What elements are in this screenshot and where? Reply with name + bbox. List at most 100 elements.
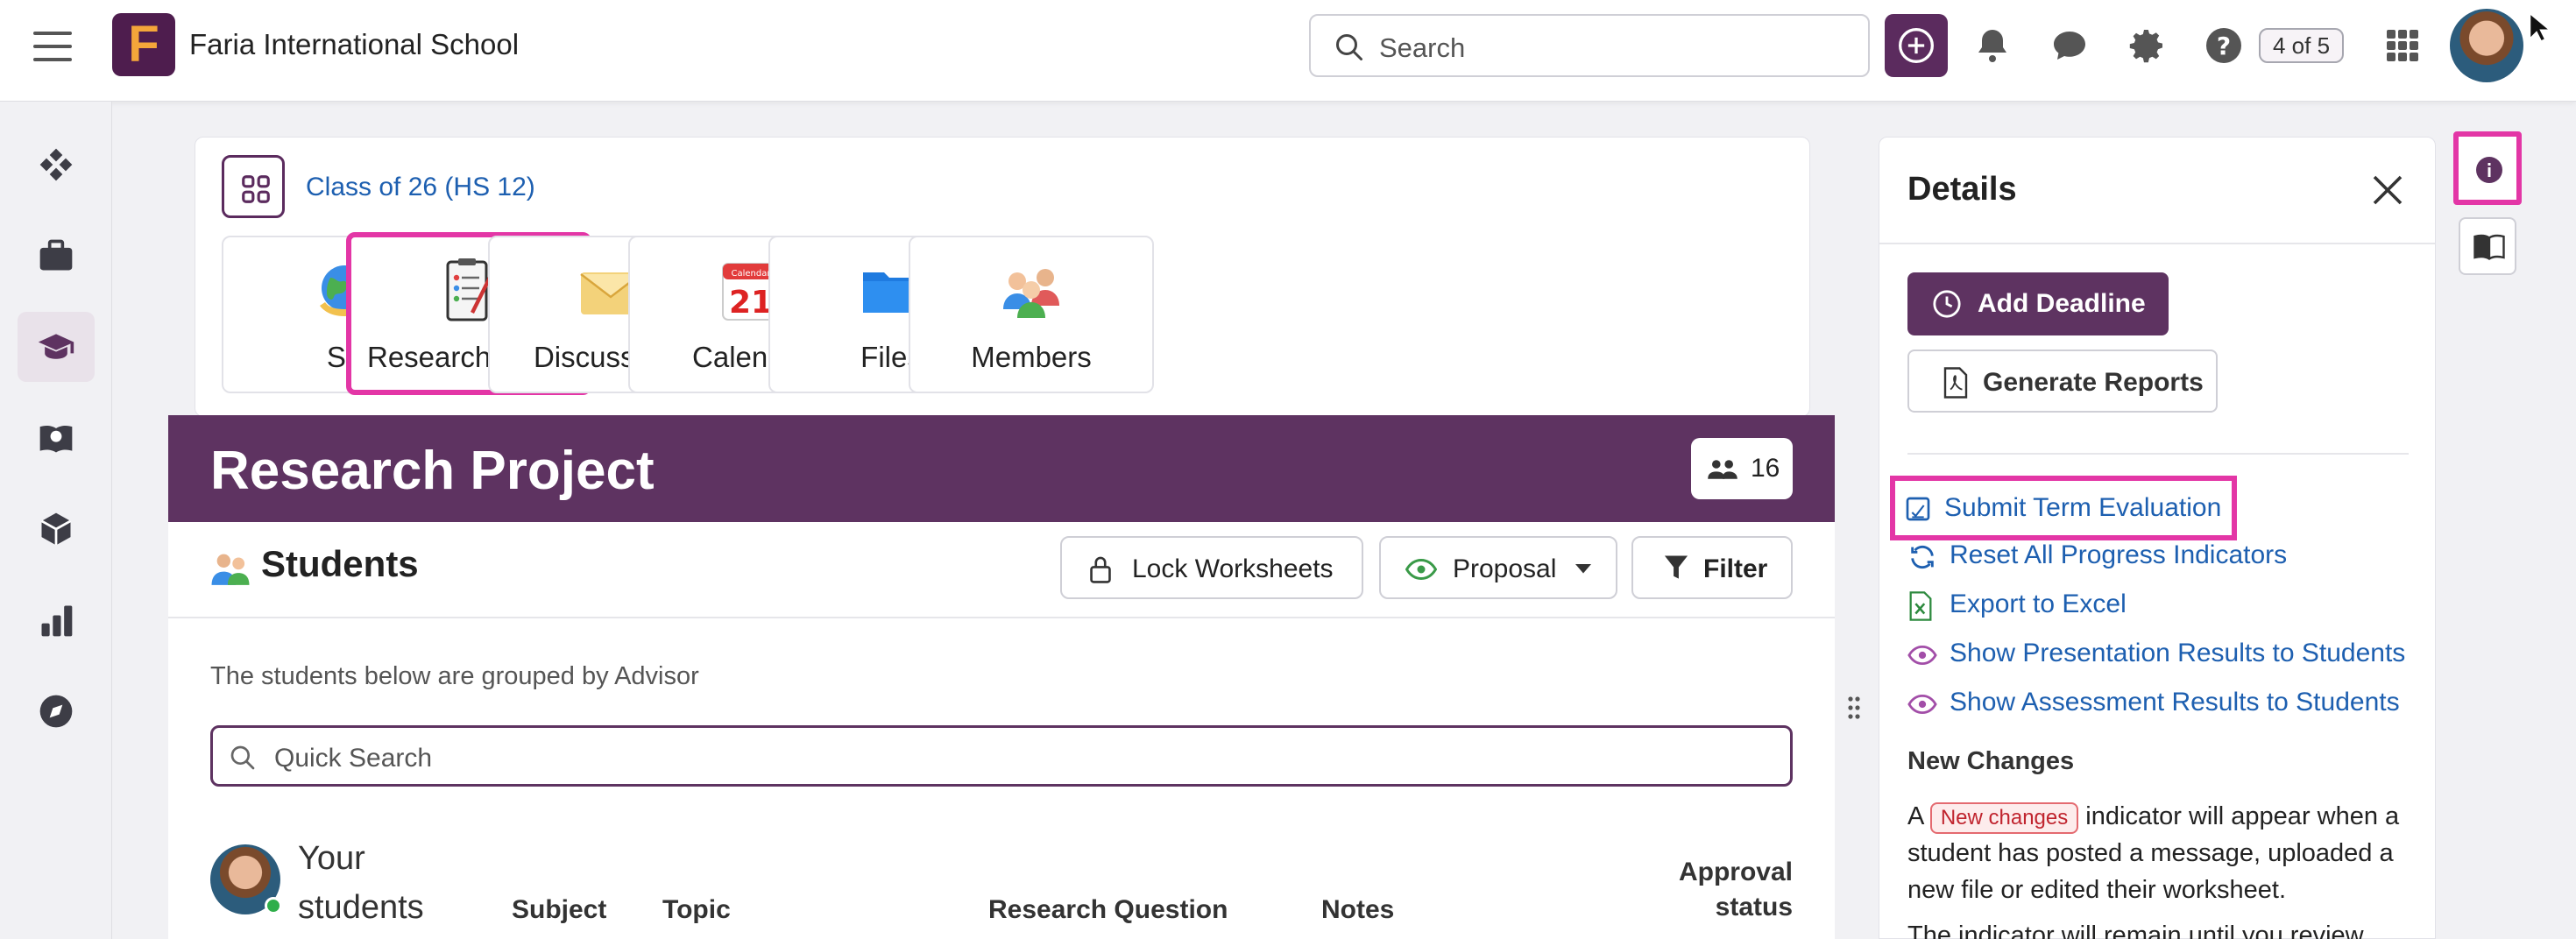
- search-placeholder: Search: [1379, 32, 1466, 63]
- refresh-icon: [1911, 545, 1934, 569]
- book-globe-icon: [39, 425, 73, 453]
- sidebar-item-portfolio[interactable]: [18, 221, 95, 291]
- page-title: Research Project: [210, 441, 655, 501]
- lock-icon: [1090, 556, 1111, 583]
- user-avatar[interactable]: [2450, 9, 2523, 82]
- group-heading-line2: students: [298, 889, 424, 926]
- compass-icon: [39, 695, 73, 728]
- sidebar-item-reports[interactable]: [18, 585, 95, 655]
- students-icon: [211, 554, 250, 585]
- project-banner: Research Project 16: [168, 415, 1835, 522]
- eye-icon: [1907, 646, 1937, 665]
- caret-down-icon: [1575, 564, 1591, 574]
- action-label: Show Presentation Results to Students: [1950, 639, 2406, 667]
- close-icon[interactable]: [2370, 173, 2405, 208]
- search-icon: [1336, 34, 1362, 60]
- diamond-grid-icon: [39, 148, 73, 181]
- calendar-day-text: 21: [729, 285, 773, 321]
- column-header-subject[interactable]: Subject: [512, 895, 606, 925]
- grouping-note: The students below are grouped by Adviso…: [210, 662, 699, 690]
- graduation-cap-icon: [38, 334, 74, 359]
- apps-grid-icon[interactable]: [2381, 25, 2424, 67]
- group-heading-line1: Your: [298, 840, 365, 877]
- sidebar-item-classes[interactable]: [18, 312, 95, 382]
- column-header-research-question[interactable]: Research Question: [988, 895, 1228, 925]
- students-title: Students: [261, 543, 419, 584]
- sidebar-item-dashboard[interactable]: [18, 130, 95, 200]
- new-changes-heading: New Changes: [1907, 747, 2075, 775]
- class-card: Class of 26 (HS 12) SL Research Proj... …: [195, 137, 1810, 417]
- action-label: Show Assessment Results to Students: [1950, 688, 2400, 717]
- students-panel: Students Lock Worksheets Proposal Filter…: [168, 522, 1835, 939]
- svg-text:?: ?: [2217, 32, 2231, 60]
- school-name: Faria International School: [189, 28, 520, 60]
- generate-reports-button[interactable]: Generate Reports: [1907, 349, 2218, 413]
- quick-search-placeholder: Quick Search: [274, 744, 433, 773]
- plus-circle-icon: [1899, 28, 1934, 63]
- sidebar-item-resources[interactable]: [18, 494, 95, 564]
- divider: [1879, 243, 2435, 244]
- left-sidebar: [0, 102, 112, 939]
- search-icon: [230, 745, 255, 770]
- new-changes-description-2: The indicator will remain until you revi…: [1907, 921, 2364, 939]
- member-count-button[interactable]: 16: [1691, 438, 1793, 499]
- column-header-topic[interactable]: Topic: [662, 895, 731, 925]
- nc-prefix: A: [1907, 802, 1923, 830]
- sidebar-item-library[interactable]: [18, 403, 95, 473]
- calendar-header-text: Calendar: [732, 269, 772, 279]
- new-changes-badge: New changes: [1929, 802, 2079, 834]
- member-count: 16: [1751, 454, 1780, 483]
- proposal-dropdown[interactable]: Proposal: [1379, 536, 1617, 599]
- checkbox-doc-icon: [1906, 497, 1930, 521]
- drag-handle-icon[interactable]: [1847, 695, 1861, 720]
- filter-button[interactable]: Filter: [1631, 536, 1793, 599]
- progress-badge[interactable]: 4 of 5: [2259, 28, 2345, 63]
- submit-term-evaluation-link[interactable]: Submit Term Evaluation: [1890, 476, 2237, 540]
- users-icon: [1708, 460, 1737, 479]
- bar-chart-icon: [41, 605, 73, 637]
- lock-worksheets-label: Lock Worksheets: [1132, 554, 1334, 583]
- help-icon[interactable]: ?: [2203, 25, 2245, 67]
- details-panel: Details Add Deadline Generate Reports Su…: [1879, 137, 2436, 939]
- action-label: Submit Term Evaluation: [1944, 493, 2222, 522]
- gear-icon[interactable]: [2126, 25, 2168, 67]
- add-deadline-label: Add Deadline: [1978, 289, 2146, 318]
- column-header-notes[interactable]: Notes: [1321, 895, 1394, 925]
- people-icon: [1003, 269, 1059, 318]
- action-label: Reset All Progress Indicators: [1950, 540, 2288, 569]
- filter-label: Filter: [1703, 554, 1768, 583]
- sidebar-item-explore[interactable]: [18, 676, 95, 746]
- add-button[interactable]: [1885, 14, 1948, 77]
- online-status-dot: [265, 897, 282, 914]
- mouse-cursor-icon: [2529, 12, 2550, 43]
- filter-icon: [1664, 555, 1688, 579]
- approval-header-line2: status: [1715, 893, 1793, 921]
- column-header-approval-status[interactable]: Approval status: [1652, 855, 1793, 925]
- briefcase-icon: [39, 239, 73, 271]
- tile-label: Members: [971, 341, 1092, 373]
- action-label: Export to Excel: [1950, 590, 2127, 618]
- tile-members[interactable]: Members: [909, 236, 1154, 393]
- chat-icon[interactable]: [2049, 25, 2091, 67]
- global-search-input[interactable]: Search: [1309, 14, 1870, 77]
- hamburger-menu-icon[interactable]: [33, 32, 72, 61]
- divider: [168, 617, 1835, 618]
- approval-header-line1: Approval: [1678, 858, 1793, 886]
- guide-book-button[interactable]: [2459, 217, 2516, 275]
- book-icon: [2473, 234, 2505, 260]
- divider: [1907, 453, 2409, 455]
- school-logo[interactable]: F: [112, 13, 175, 76]
- quick-search-input[interactable]: Quick Search: [210, 725, 1793, 787]
- bell-icon[interactable]: [1971, 25, 2013, 67]
- add-deadline-button[interactable]: Add Deadline: [1907, 272, 2169, 335]
- lock-worksheets-button[interactable]: Lock Worksheets: [1060, 536, 1363, 599]
- top-bar: F Faria International School Search ? 4 …: [0, 0, 2576, 102]
- pdf-file-icon: [1943, 367, 1968, 399]
- excel-icon: [1909, 591, 1932, 621]
- new-changes-description: A New changes indicator will appear when…: [1907, 798, 2416, 908]
- info-toggle-button[interactable]: [2453, 131, 2522, 205]
- class-grid-button[interactable]: [222, 155, 285, 218]
- info-glyph: [2488, 163, 2491, 177]
- eye-icon: [1907, 695, 1937, 714]
- class-link[interactable]: Class of 26 (HS 12): [306, 173, 535, 202]
